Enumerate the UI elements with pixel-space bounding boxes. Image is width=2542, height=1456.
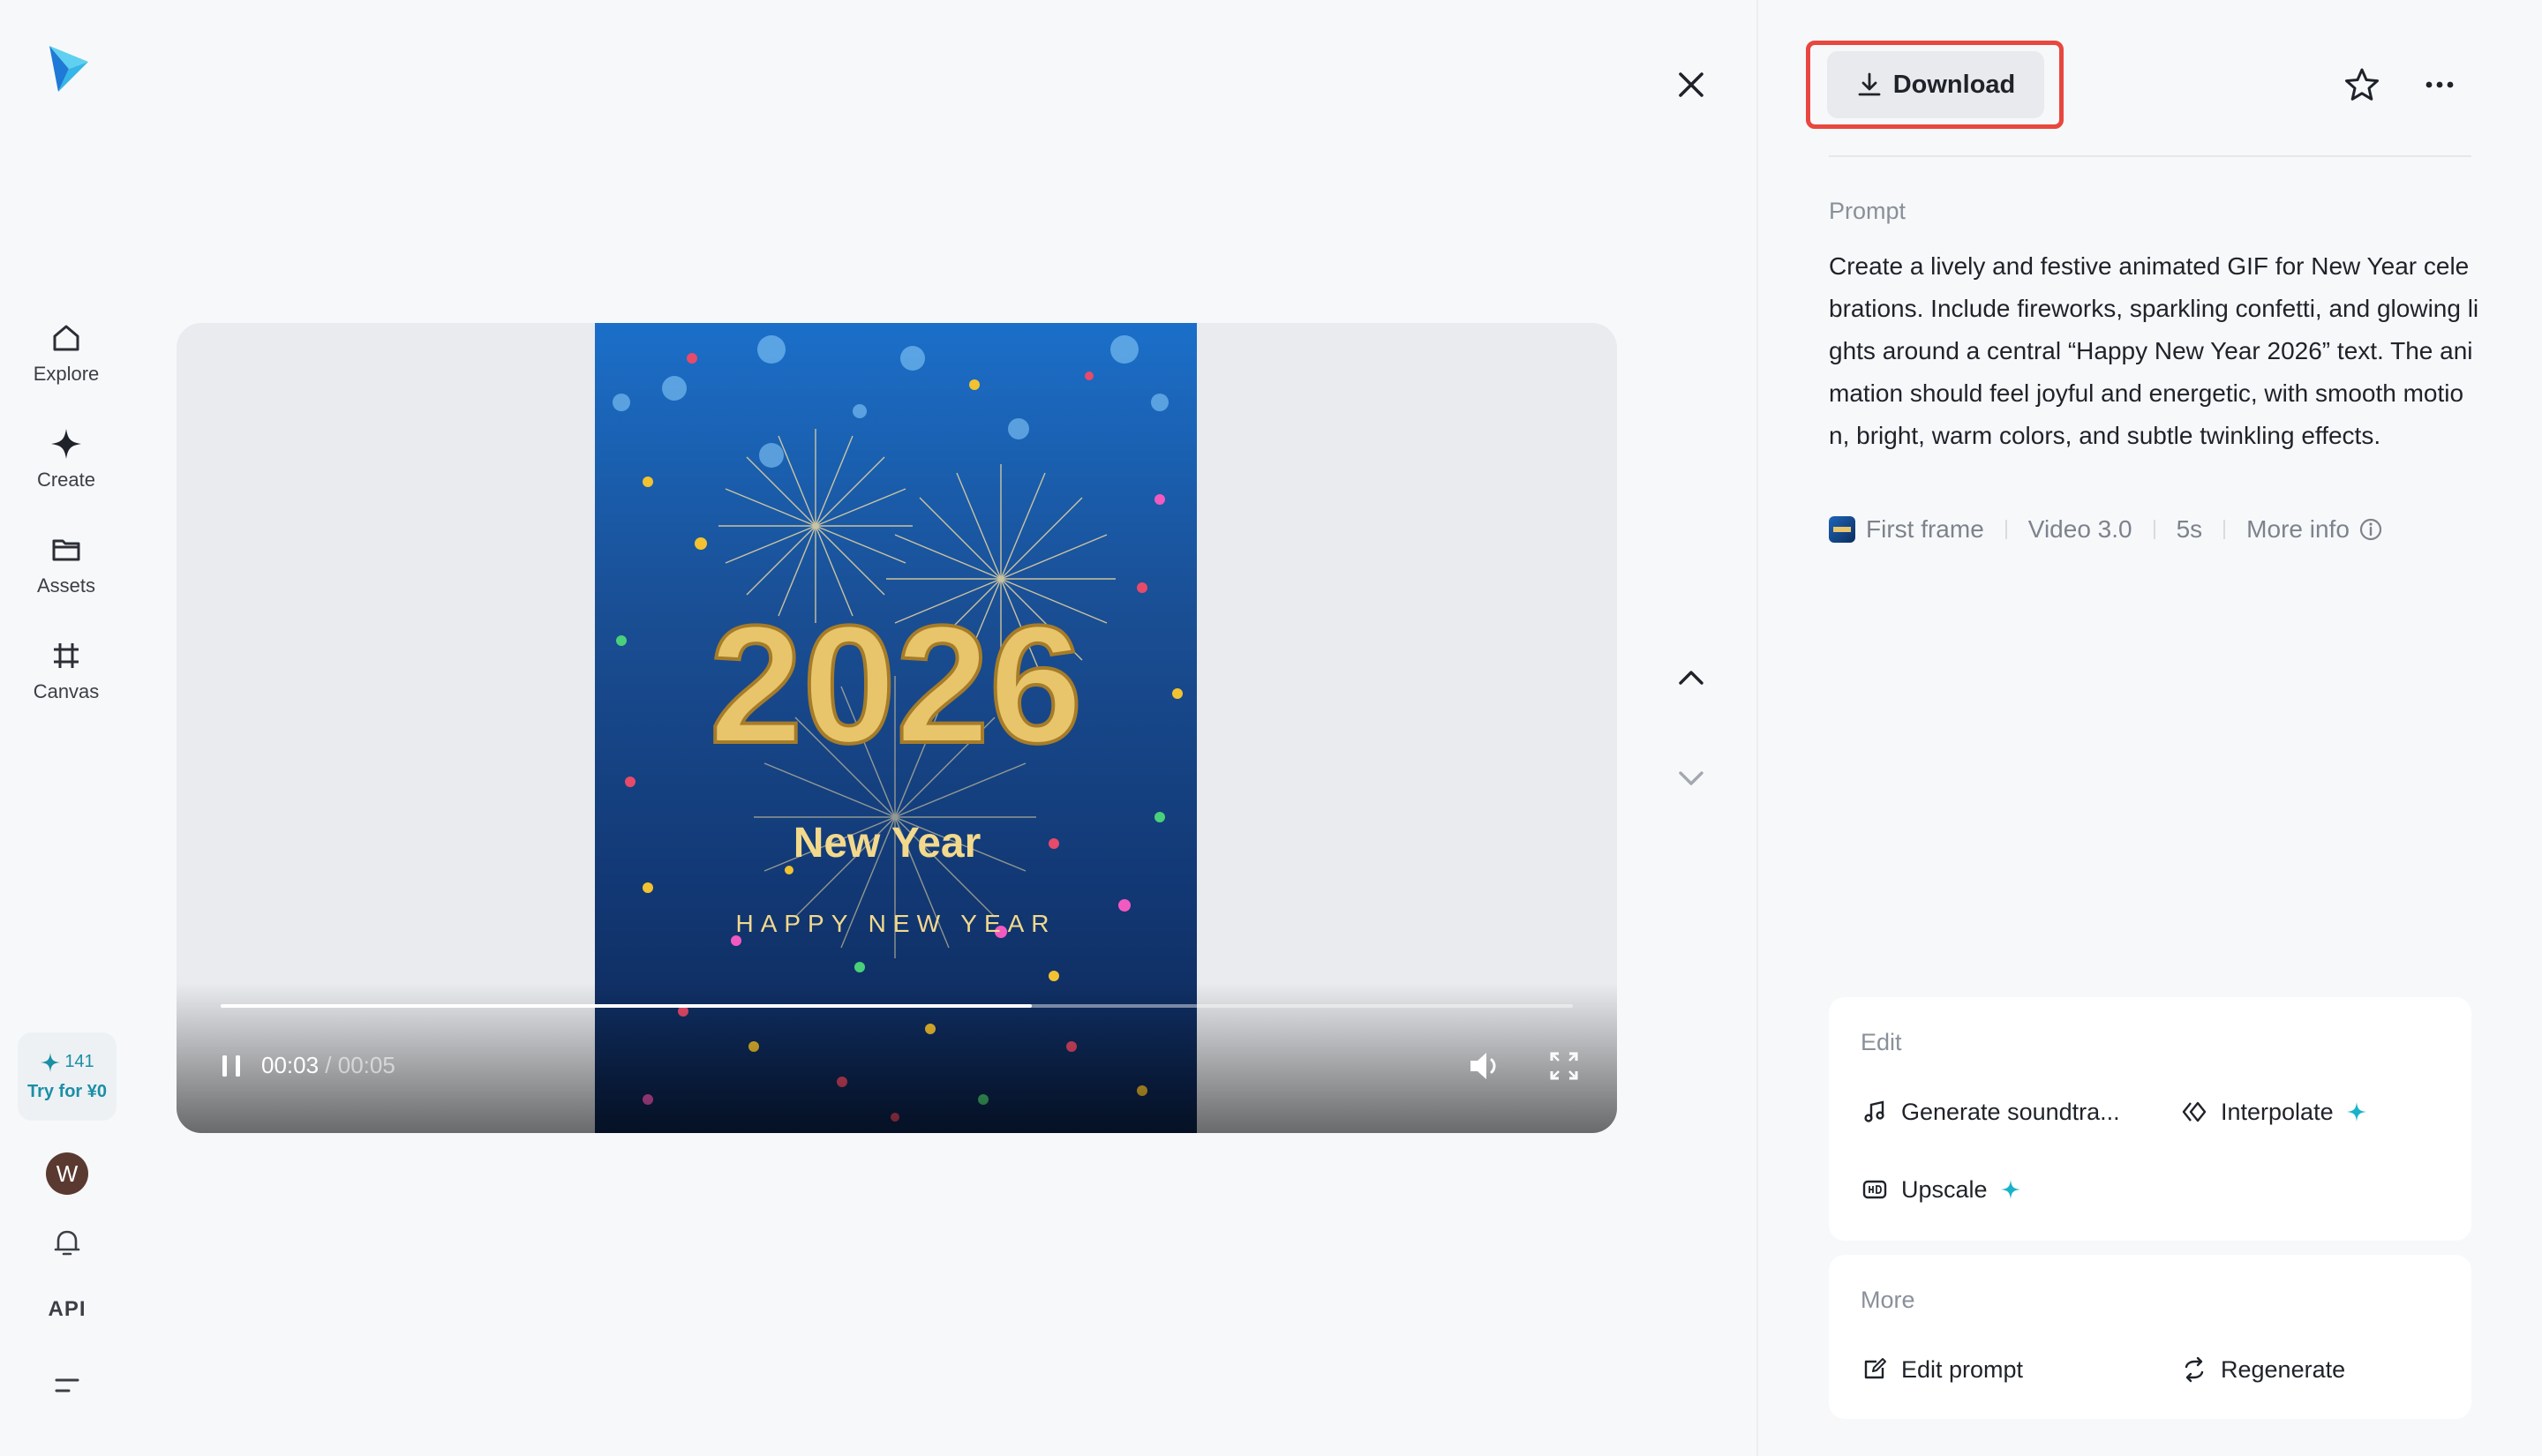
more-info-link[interactable]: More info bbox=[2246, 515, 2383, 544]
sidebar-item-canvas[interactable]: Canvas bbox=[13, 627, 119, 715]
bell-icon[interactable] bbox=[49, 1225, 85, 1260]
header-divider bbox=[1829, 155, 2471, 157]
progress-fill bbox=[221, 1004, 1033, 1008]
star-icon[interactable] bbox=[2341, 64, 2383, 106]
app-logo[interactable] bbox=[42, 42, 92, 95]
meta-separator bbox=[2223, 520, 2226, 539]
sparkle-icon bbox=[41, 1052, 61, 1072]
meta-separator bbox=[2153, 520, 2155, 539]
menu-icon[interactable] bbox=[49, 1370, 85, 1401]
free-trial-promo[interactable]: 141 Try for ¥0 bbox=[18, 1032, 117, 1121]
pause-icon[interactable] bbox=[214, 1048, 249, 1084]
video-title-text: New Year bbox=[793, 820, 981, 867]
avatar[interactable]: W bbox=[46, 1152, 88, 1195]
download-label: Download bbox=[1892, 70, 2016, 99]
refresh-icon bbox=[2180, 1355, 2208, 1384]
folder-icon bbox=[49, 532, 84, 567]
generate-soundtrack-button[interactable]: Generate soundtra... bbox=[1861, 1098, 2120, 1126]
app-root: Explore Create Assets Canvas 141 Try for… bbox=[0, 0, 2542, 1456]
model-label: Video 3.0 bbox=[2027, 515, 2132, 543]
credit-count: 141 bbox=[40, 1052, 94, 1073]
more-info-label: More info bbox=[2246, 515, 2350, 543]
video-year-text: 2026 bbox=[710, 591, 1083, 778]
edit-card: Edit Generate soundtra... Interpolate Up… bbox=[1829, 997, 2471, 1241]
close-icon[interactable] bbox=[1670, 64, 1712, 106]
meta-separator bbox=[2004, 520, 2007, 539]
video-artwork: 2026 New Year HAPPY NEW YEAR bbox=[613, 335, 1183, 1122]
sidebar-item-explore[interactable]: Explore bbox=[13, 309, 119, 397]
video-tagline-text: HAPPY NEW YEAR bbox=[735, 910, 1056, 937]
download-icon bbox=[1858, 72, 1881, 96]
generation-meta: First frame Video 3.0 5s More info bbox=[1829, 515, 2383, 544]
regenerate-button[interactable]: Regenerate bbox=[2180, 1355, 2345, 1384]
edit-prompt-button[interactable]: Edit prompt bbox=[1861, 1355, 2023, 1384]
more-card: More Edit prompt Regenerate bbox=[1829, 1255, 2471, 1419]
panel-divider bbox=[1756, 0, 1758, 1456]
edit-prompt-label: Edit prompt bbox=[1901, 1355, 2024, 1383]
api-link[interactable]: API bbox=[42, 1297, 92, 1322]
upscale-label: Upscale bbox=[1901, 1175, 1988, 1203]
duration: / 00:05 bbox=[319, 1052, 395, 1078]
regenerate-label: Regenerate bbox=[2221, 1355, 2346, 1383]
interpolate-icon bbox=[2180, 1098, 2208, 1126]
sidebar-item-create[interactable]: Create bbox=[13, 415, 119, 503]
prompt-label: Prompt bbox=[1829, 198, 1906, 224]
download-button[interactable]: Download bbox=[1827, 51, 2044, 118]
progress-bar[interactable] bbox=[221, 1004, 1573, 1008]
left-sidebar: Explore Create Assets Canvas 141 Try for… bbox=[0, 0, 132, 1456]
video-player[interactable]: 2026 New Year HAPPY NEW YEAR 00:03 / 00:… bbox=[177, 323, 1617, 1133]
chevron-up-icon[interactable] bbox=[1670, 657, 1712, 699]
crop-icon bbox=[49, 638, 84, 673]
length-label: 5s bbox=[2176, 515, 2203, 543]
current-time: 00:03 bbox=[261, 1052, 320, 1078]
info-icon bbox=[2359, 518, 2381, 541]
interpolate-button[interactable]: Interpolate bbox=[2180, 1098, 2367, 1126]
try-free-label: Try for ¥0 bbox=[26, 1081, 108, 1101]
first-frame-label[interactable]: First frame bbox=[1866, 515, 1984, 544]
upscale-button[interactable]: Upscale bbox=[1861, 1175, 2021, 1204]
sidebar-item-label: Explore bbox=[33, 363, 100, 385]
hd-icon bbox=[1861, 1175, 1889, 1204]
music-note-icon bbox=[1861, 1098, 1889, 1126]
sparkle-icon bbox=[2000, 1180, 2020, 1199]
fullscreen-icon[interactable] bbox=[1546, 1048, 1582, 1084]
prompt-text: Create a lively and festive animated GIF… bbox=[1829, 252, 2479, 449]
sidebar-item-label: Create bbox=[36, 469, 96, 491]
video-frame[interactable]: 2026 New Year HAPPY NEW YEAR bbox=[595, 323, 1197, 1133]
volume-icon[interactable] bbox=[1467, 1048, 1504, 1084]
playback-time: 00:03 / 00:05 bbox=[261, 1052, 395, 1079]
sidebar-item-label: Assets bbox=[36, 574, 96, 597]
sparkle-icon bbox=[49, 426, 84, 462]
edit-card-title: Edit bbox=[1861, 1029, 1902, 1055]
more-card-title: More bbox=[1861, 1287, 1915, 1313]
chevron-down-icon[interactable] bbox=[1670, 757, 1712, 799]
interpolate-label: Interpolate bbox=[2221, 1098, 2334, 1125]
edit-icon bbox=[1861, 1355, 1889, 1384]
home-icon bbox=[49, 320, 84, 356]
more-options-icon[interactable] bbox=[2418, 64, 2461, 106]
generate-soundtrack-label: Generate soundtra... bbox=[1901, 1098, 2120, 1125]
sparkle-icon bbox=[2346, 1102, 2366, 1122]
first-frame-thumbnail bbox=[1829, 516, 1855, 543]
sidebar-item-label: Canvas bbox=[33, 680, 100, 702]
sidebar-item-assets[interactable]: Assets bbox=[13, 521, 119, 609]
credit-value: 141 bbox=[64, 1052, 94, 1071]
